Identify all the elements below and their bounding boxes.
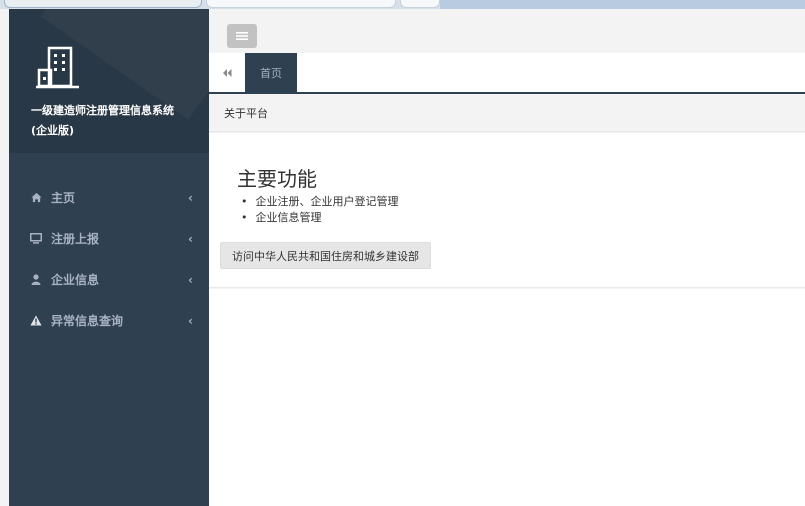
user-icon [29,273,43,287]
browser-tab-strip [0,0,805,9]
sidebar-item-label: 企业信息 [51,273,100,287]
browser-tab[interactable] [400,0,440,8]
page-heading: 主要功能 [237,167,317,191]
browser-tab-active[interactable] [206,0,396,8]
sidebar: 一级建造师注册管理信息系统 (企业版) 主页 ‹ 注册上报 ‹ 企业信息 ‹ 异… [9,9,209,506]
sidebar-nav: 主页 ‹ 注册上报 ‹ 企业信息 ‹ 异常信息查询 ‹ [9,177,209,341]
sidebar-item-register-report[interactable]: 注册上报 ‹ [9,218,209,259]
app-title-line2: (企业版) [31,124,75,137]
feature-list: 企业注册、企业用户登记管理 企业信息管理 [241,194,399,226]
browser-tab[interactable] [4,0,202,8]
double-left-icon [223,68,232,77]
app-title-line1: 一级建造师注册管理信息系统 [31,104,174,117]
list-item: 企业注册、企业用户登记管理 [241,194,399,210]
main-area: 首页 关于平台 主要功能 企业注册、企业用户登记管理 企业信息管理 访问中华人民… [209,9,805,506]
home-icon [29,191,43,205]
breadcrumb: 关于平台 [209,94,805,132]
list-item: 企业信息管理 [241,210,399,226]
sidebar-item-label: 异常信息查询 [51,314,124,328]
chevron-left-icon: ‹ [188,231,193,246]
visit-ministry-button[interactable]: 访问中华人民共和国住房和城乡建设部 [220,242,431,269]
sidebar-item-home[interactable]: 主页 ‹ [9,177,209,218]
monitor-icon [29,232,43,246]
sidebar-item-abnormal-query[interactable]: 异常信息查询 ‹ [9,300,209,341]
building-icon [36,46,79,89]
browser-tab-strip-background [440,0,805,9]
top-navbar [209,9,805,53]
sidebar-item-company-info[interactable]: 企业信息 ‹ [9,259,209,300]
chevron-left-icon: ‹ [188,272,193,287]
chevron-left-icon: ‹ [188,313,193,328]
chevron-left-icon: ‹ [188,190,193,205]
breadcrumb-label: 关于平台 [224,106,268,120]
sidebar-header: 一级建造师注册管理信息系统 (企业版) [9,9,209,153]
sidebar-item-label: 注册上报 [51,232,100,246]
content-panel: 主要功能 企业注册、企业用户登记管理 企业信息管理 访问中华人民共和国住房和城乡… [209,133,805,288]
page-tab-bar: 首页 [209,53,805,94]
tab-home[interactable]: 首页 [245,53,297,92]
sidebar-toggle-button[interactable] [227,24,257,48]
hamburger-icon [236,32,248,40]
sidebar-item-label: 主页 [51,191,76,205]
tab-scroll-left-button[interactable] [209,53,245,92]
app-title: 一级建造师注册管理信息系统 (企业版) [31,101,209,141]
warning-icon [29,314,43,328]
content-blank-area [209,289,805,506]
